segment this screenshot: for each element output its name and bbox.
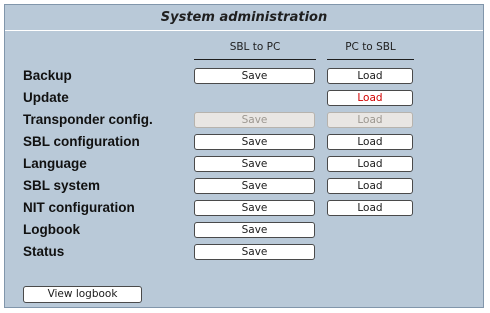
language-load-button[interactable]: Load [327, 156, 413, 172]
row-label-logbook: Logbook [23, 222, 80, 237]
logbook-save-button[interactable]: Save [194, 222, 315, 238]
panel-title: System administration [5, 5, 483, 31]
row-label-nit-configuration: NIT configuration [23, 200, 135, 215]
view-logbook-button[interactable]: View logbook [23, 286, 142, 303]
language-save-button[interactable]: Save [194, 156, 315, 172]
row-label-language: Language [23, 156, 87, 171]
nit-configuration-load-button[interactable]: Load [327, 200, 413, 216]
sbl-configuration-save-button[interactable]: Save [194, 134, 315, 150]
backup-save-button[interactable]: Save [194, 68, 315, 84]
column-header-pc-to-sbl: PC to SBL [327, 35, 414, 60]
column-header-sbl-to-pc: SBL to PC [194, 35, 316, 60]
update-load-button[interactable]: Load [327, 90, 413, 106]
nit-configuration-save-button[interactable]: Save [194, 200, 315, 216]
sbl-configuration-load-button[interactable]: Load [327, 134, 413, 150]
row-label-transponder-config: Transponder config. [23, 112, 153, 127]
backup-load-button[interactable]: Load [327, 68, 413, 84]
system-administration-panel: System administration SBL to PC PC to SB… [4, 4, 484, 308]
row-label-status: Status [23, 244, 65, 259]
row-label-sbl-configuration: SBL configuration [23, 134, 140, 149]
row-label-backup: Backup [23, 68, 72, 83]
status-save-button[interactable]: Save [194, 244, 315, 260]
sbl-system-save-button[interactable]: Save [194, 178, 315, 194]
transponder-config-load-button: Load [327, 112, 413, 128]
sbl-system-load-button[interactable]: Load [327, 178, 413, 194]
row-label-sbl-system: SBL system [23, 178, 101, 193]
transponder-config-save-button: Save [194, 112, 315, 128]
row-label-update: Update [23, 90, 69, 105]
